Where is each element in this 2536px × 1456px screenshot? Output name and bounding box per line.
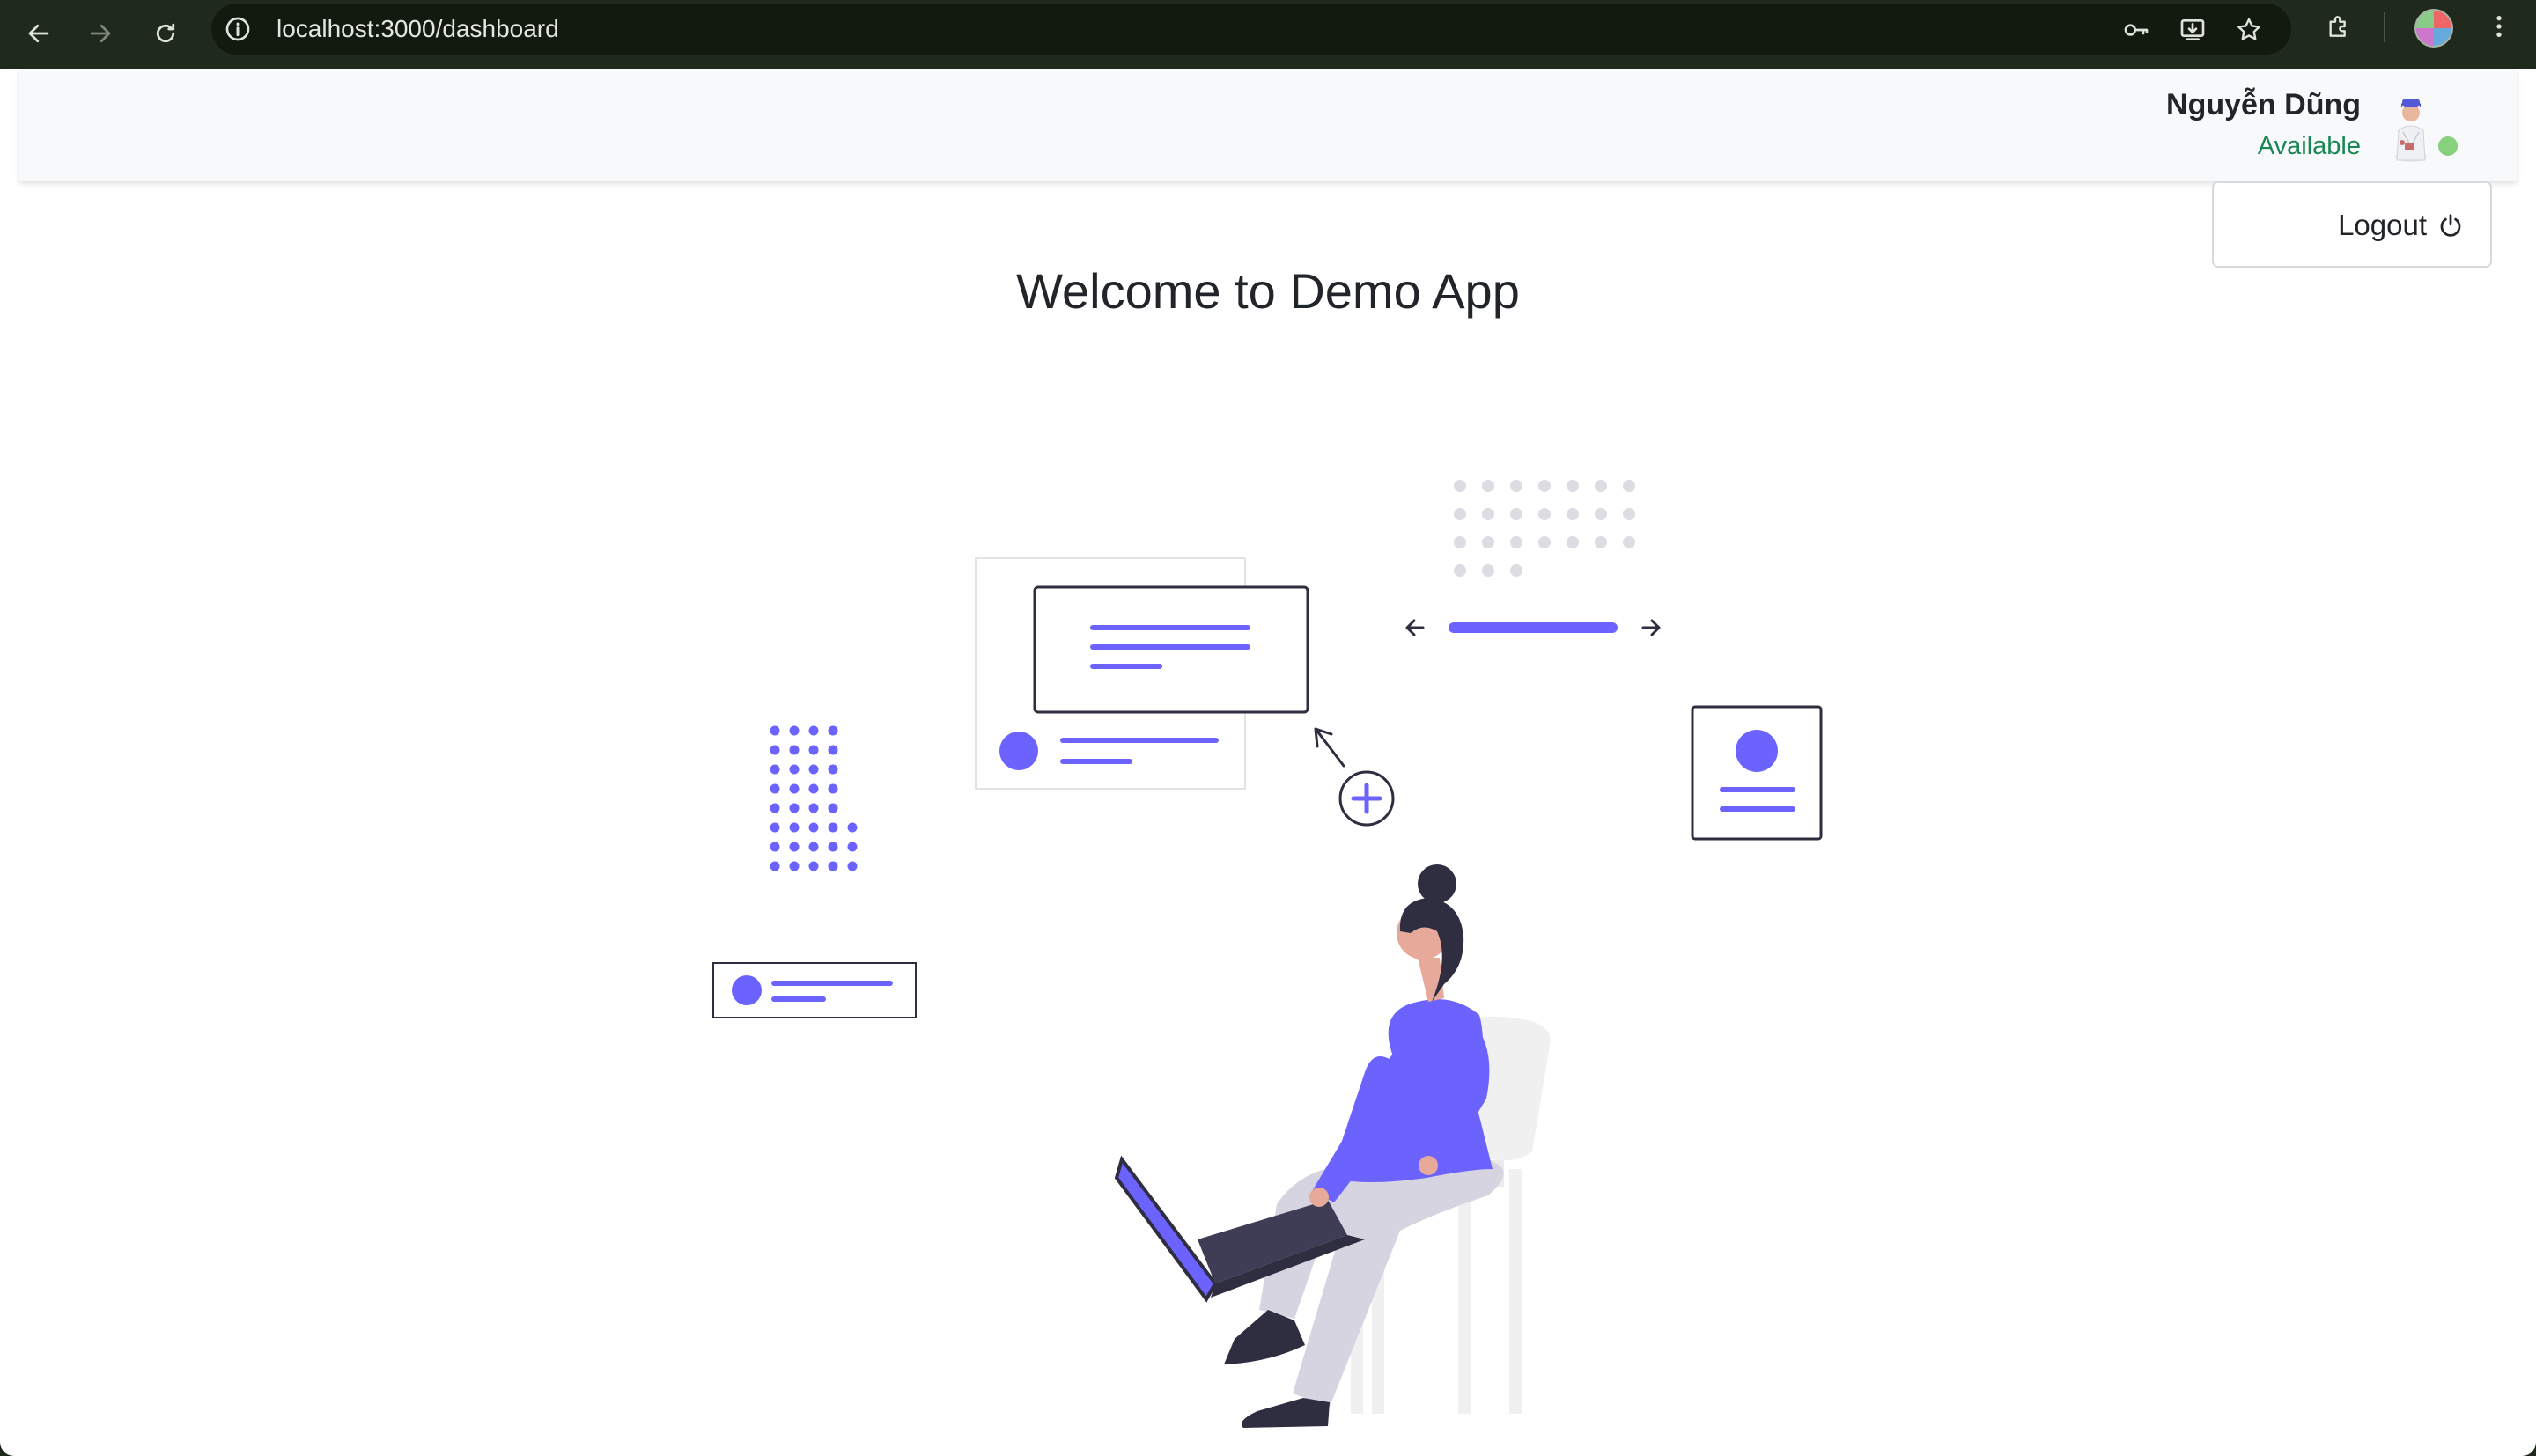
decor-dot bbox=[789, 783, 800, 794]
toolbar-divider bbox=[2384, 12, 2385, 42]
decor-dot bbox=[1454, 480, 1466, 492]
reload-button[interactable] bbox=[141, 9, 190, 58]
address-bar[interactable]: localhost:3000/dashboard bbox=[211, 4, 2291, 55]
decor-dot bbox=[808, 725, 819, 736]
user-name: Nguyễn Dũng bbox=[2166, 88, 2361, 121]
more-menu-icon[interactable] bbox=[2485, 12, 2513, 40]
decor-dot bbox=[1510, 508, 1522, 520]
password-key-icon[interactable] bbox=[2122, 16, 2150, 44]
decor-dot bbox=[789, 861, 800, 871]
decor-dot bbox=[808, 745, 819, 755]
decor-dot bbox=[808, 861, 819, 871]
decor-dot bbox=[1623, 536, 1635, 548]
decor-dot bbox=[1538, 480, 1551, 492]
profile-avatar[interactable] bbox=[2414, 9, 2453, 48]
decor-dot bbox=[1482, 536, 1494, 548]
decor-dot bbox=[1454, 564, 1466, 577]
decor-dot bbox=[1510, 480, 1522, 492]
reload-icon bbox=[156, 23, 175, 43]
decor-dot bbox=[1567, 536, 1579, 548]
decor-dot bbox=[789, 725, 800, 736]
decor-dot bbox=[789, 745, 800, 755]
dot-grid-purple bbox=[770, 725, 858, 871]
working-woman-illustration bbox=[712, 480, 1823, 1428]
decor-dot bbox=[1595, 508, 1607, 520]
info-icon[interactable] bbox=[224, 15, 252, 43]
url-text[interactable]: localhost:3000/dashboard bbox=[276, 4, 559, 55]
back-icon bbox=[28, 24, 49, 43]
user-avatar[interactable] bbox=[2376, 85, 2448, 165]
decor-dot bbox=[1482, 480, 1494, 492]
decor-dot bbox=[770, 725, 780, 736]
decor-dot bbox=[828, 745, 838, 755]
decor-dot bbox=[770, 803, 780, 813]
decor-dot bbox=[828, 842, 838, 852]
user-dropdown-menu: Logout bbox=[2212, 181, 2492, 268]
decor-dot bbox=[789, 764, 800, 775]
decor-dot bbox=[1482, 564, 1494, 577]
user-status: Available bbox=[2257, 132, 2361, 160]
forward-button[interactable] bbox=[76, 9, 125, 58]
decor-dot bbox=[1510, 536, 1522, 548]
presence-indicator bbox=[2436, 135, 2459, 158]
decor-dot bbox=[808, 764, 819, 775]
install-app-icon[interactable] bbox=[2178, 16, 2207, 44]
decor-dot bbox=[770, 861, 780, 871]
browser-toolbar: localhost:3000/dashboard bbox=[0, 0, 2536, 69]
decor-dot bbox=[847, 842, 858, 852]
decor-dot bbox=[1454, 536, 1466, 548]
logout-label: Logout bbox=[2338, 209, 2427, 241]
decor-dot bbox=[770, 842, 780, 852]
decor-dot bbox=[828, 764, 838, 775]
decor-dot bbox=[828, 861, 838, 871]
decor-dot bbox=[808, 822, 819, 833]
decor-dot bbox=[789, 842, 800, 852]
decor-dot bbox=[808, 803, 819, 813]
bookmark-star-icon[interactable] bbox=[2235, 16, 2263, 44]
extensions-icon[interactable] bbox=[2325, 12, 2353, 40]
decor-dot bbox=[1482, 508, 1494, 520]
decor-dot bbox=[847, 861, 858, 871]
decor-dot bbox=[1510, 564, 1522, 577]
decor-dot bbox=[1538, 536, 1551, 548]
logout-button[interactable]: Logout bbox=[2338, 183, 2464, 268]
power-icon bbox=[2440, 214, 2461, 237]
decor-dot bbox=[1595, 480, 1607, 492]
decor-dot bbox=[1623, 508, 1635, 520]
decor-dot bbox=[770, 783, 780, 794]
decor-dot bbox=[1538, 508, 1551, 520]
decor-dot bbox=[808, 783, 819, 794]
decor-dot bbox=[770, 764, 780, 775]
forward-icon bbox=[90, 24, 111, 43]
decor-dot bbox=[789, 822, 800, 833]
decor-dot bbox=[1595, 536, 1607, 548]
decor-dot bbox=[770, 822, 780, 833]
decor-dot bbox=[808, 842, 819, 852]
decor-dot bbox=[1567, 508, 1579, 520]
decor-dot bbox=[1623, 480, 1635, 492]
dot-grid-grey bbox=[1454, 480, 1635, 577]
decor-dot bbox=[789, 803, 800, 813]
app-header bbox=[19, 69, 2517, 181]
decor-dot bbox=[828, 783, 838, 794]
page-title: Welcome to Demo App bbox=[1016, 263, 1520, 319]
page-viewport: Nguyễn Dũng Available Logout Welcome to … bbox=[0, 69, 2536, 1456]
decor-dot bbox=[770, 745, 780, 755]
decor-dot bbox=[1567, 480, 1579, 492]
decor-dot bbox=[1454, 508, 1466, 520]
back-button[interactable] bbox=[14, 9, 63, 58]
decor-dot bbox=[828, 803, 838, 813]
decor-dot bbox=[828, 822, 838, 833]
decor-dot bbox=[847, 822, 858, 833]
decor-dot bbox=[828, 725, 838, 736]
